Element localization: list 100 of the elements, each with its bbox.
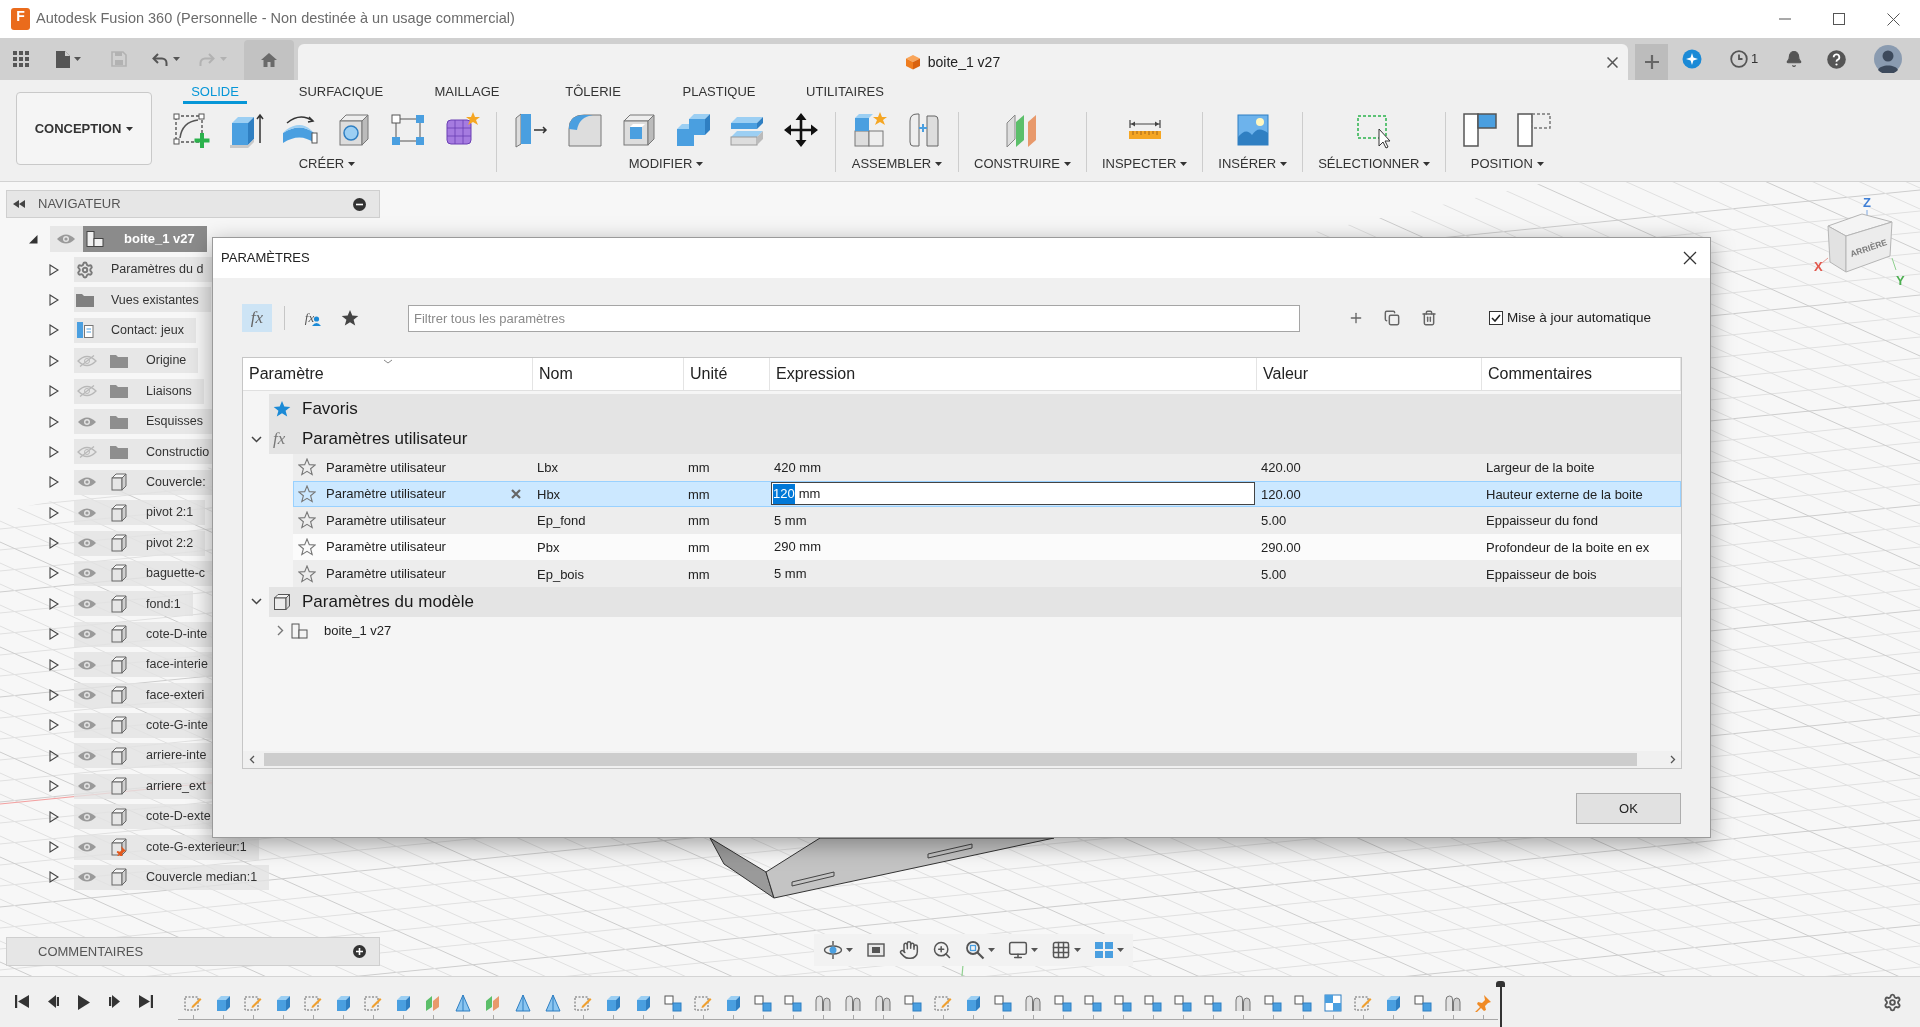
triangle-down-icon[interactable] <box>28 234 38 245</box>
shell-icon[interactable] <box>620 111 658 149</box>
expression-input[interactable]: 120 mm <box>771 482 1255 506</box>
triangle-right-icon[interactable] <box>49 385 59 398</box>
sparkle-badge-icon[interactable] <box>1682 49 1702 69</box>
group-menu-button[interactable]: ASSEMBLER <box>851 154 943 174</box>
triangle-right-icon[interactable] <box>49 780 59 793</box>
tree-row[interactable]: Esquisses <box>74 409 215 435</box>
chevron-down-icon[interactable] <box>250 598 262 606</box>
column-header[interactable]: Expression <box>770 358 1257 390</box>
ribbon-tab[interactable]: MAILLAGE <box>426 82 508 104</box>
timeline-marker[interactable] <box>1496 981 1505 1027</box>
triangle-right-icon[interactable] <box>49 810 59 823</box>
triangle-right-icon[interactable] <box>49 415 59 428</box>
settings-icon[interactable] <box>1883 992 1902 1012</box>
checkbox[interactable] <box>1489 311 1503 325</box>
tree-row[interactable]: Liaisons <box>74 378 204 404</box>
filter-toggle[interactable]: fx <box>242 304 272 332</box>
filter-field[interactable]: Filtrer tous les paramètres <box>408 304 1300 332</box>
capture-position-icon[interactable] <box>1461 111 1500 149</box>
column-header[interactable]: Valeur <box>1257 358 1482 390</box>
extrude-icon[interactable] <box>227 111 265 149</box>
delete-icon[interactable] <box>1421 310 1437 326</box>
skip-back-icon[interactable] <box>14 994 29 1008</box>
star-outline-icon[interactable] <box>298 511 316 530</box>
triangle-right-icon[interactable] <box>49 263 59 276</box>
document-tab[interactable]: boite_1 v27 <box>298 44 1628 80</box>
tree-row[interactable]: pivot 2:1 <box>74 500 206 526</box>
tree-row[interactable]: fond:1 <box>74 591 193 617</box>
group-menu-button[interactable]: SÉLECTIONNER <box>1318 154 1431 174</box>
add-icon[interactable] <box>1348 310 1364 326</box>
ribbon-tab[interactable]: SURFACIQUE <box>290 82 392 104</box>
triangle-right-icon[interactable] <box>49 476 59 489</box>
tree-row[interactable]: cote-G-exterieur:1 <box>74 834 259 860</box>
ok-button[interactable]: OK <box>1576 793 1681 824</box>
plus-circle-icon[interactable] <box>353 945 366 958</box>
combine-icon[interactable] <box>674 111 712 149</box>
group-row[interactable]: fx Paramètres utilisateur <box>269 424 1681 454</box>
table-row[interactable]: Paramètre utilisateur Ep_bois mm 5 mm 5.00 Eppaisseur de bois <box>293 560 1681 587</box>
triangle-right-icon[interactable] <box>49 597 59 610</box>
maximize-icon[interactable] <box>1833 13 1845 25</box>
home-button[interactable] <box>244 40 294 80</box>
ribbon-tab[interactable]: PLASTIQUE <box>674 82 764 104</box>
scrollbar-thumb[interactable] <box>264 753 1637 766</box>
avatar-icon[interactable] <box>1874 45 1902 73</box>
skip-forward-icon[interactable] <box>138 994 153 1008</box>
table-row[interactable]: Paramètre utilisateur Pbx mm 290 mm 290.00 Profondeur de la boite en ex <box>293 533 1681 561</box>
chevron-left-icon[interactable] <box>248 755 255 764</box>
triangle-right-icon[interactable] <box>49 719 59 732</box>
group-row[interactable]: Favoris <box>269 394 1681 424</box>
triangle-right-icon[interactable] <box>49 689 59 702</box>
copy-icon[interactable] <box>1384 310 1400 326</box>
undo-icon[interactable] <box>152 51 168 67</box>
tree-row[interactable]: Couvercle median:1 <box>74 864 270 890</box>
star-outline-icon[interactable] <box>298 458 316 477</box>
star-outline-icon[interactable] <box>298 564 316 583</box>
group-menu-button[interactable]: CRÉER <box>298 154 356 174</box>
group-menu-button[interactable]: INSÉRER <box>1218 154 1288 174</box>
close-icon[interactable] <box>1886 12 1900 26</box>
triangle-right-icon[interactable] <box>49 871 59 884</box>
cross-icon[interactable] <box>511 488 521 499</box>
triangle-right-icon[interactable] <box>49 293 59 306</box>
ribbon-tab[interactable]: UTILITAIRES <box>798 82 892 104</box>
help-icon[interactable] <box>1826 49 1846 69</box>
workspace-button[interactable]: CONCEPTION <box>16 92 152 165</box>
ribbon-tab[interactable]: TÔLERIE <box>557 82 629 104</box>
triangle-right-icon[interactable] <box>49 841 59 853</box>
tree-row[interactable]: Contact: jeux <box>74 317 196 343</box>
triangle-right-icon[interactable] <box>49 445 59 458</box>
minus-circle-icon[interactable] <box>353 197 366 211</box>
filter-toggle[interactable]: fx <box>298 304 328 332</box>
step-forward-icon[interactable] <box>108 994 121 1008</box>
chevron-right-icon[interactable] <box>1669 755 1676 764</box>
step-back-icon[interactable] <box>46 994 59 1008</box>
tree-row[interactable]: Vues existantes <box>74 287 211 313</box>
sketch-icon[interactable] <box>173 111 211 149</box>
chevron-right-icon[interactable] <box>277 625 284 637</box>
new-tab-button[interactable] <box>1635 44 1668 80</box>
star-outline-icon[interactable] <box>298 484 316 503</box>
file-icon[interactable] <box>55 50 70 68</box>
table-row[interactable]: Paramètre utilisateur Lbx mm 420 mm 420.00 Largeur de la boite <box>293 454 1681 481</box>
group-menu-button[interactable]: CONSTRUIRE <box>974 154 1071 174</box>
group-menu-button[interactable]: MODIFIER <box>628 154 704 174</box>
clock-icon[interactable] <box>1729 50 1748 68</box>
apps-grid-icon[interactable] <box>13 51 29 67</box>
play-icon[interactable] <box>77 994 90 1010</box>
tree-row[interactable]: Origine <box>74 348 199 374</box>
triangle-right-icon[interactable] <box>49 658 59 671</box>
close-icon[interactable] <box>1607 56 1618 68</box>
triangle-right-icon[interactable] <box>49 354 59 367</box>
bell-icon[interactable] <box>1785 50 1803 68</box>
triangle-right-icon[interactable] <box>49 537 59 550</box>
triangle-right-icon[interactable] <box>49 567 59 580</box>
revert-position-icon[interactable] <box>1515 111 1554 149</box>
collapse-icon[interactable] <box>13 200 25 208</box>
group-row[interactable]: Paramètres du modèle <box>269 586 1681 617</box>
tree-row[interactable]: pivot 2:2 <box>74 530 206 556</box>
group-menu-button[interactable]: INSPECTER <box>1101 154 1188 174</box>
move-arrows-icon[interactable] <box>782 111 820 149</box>
triangle-right-icon[interactable] <box>49 749 59 762</box>
